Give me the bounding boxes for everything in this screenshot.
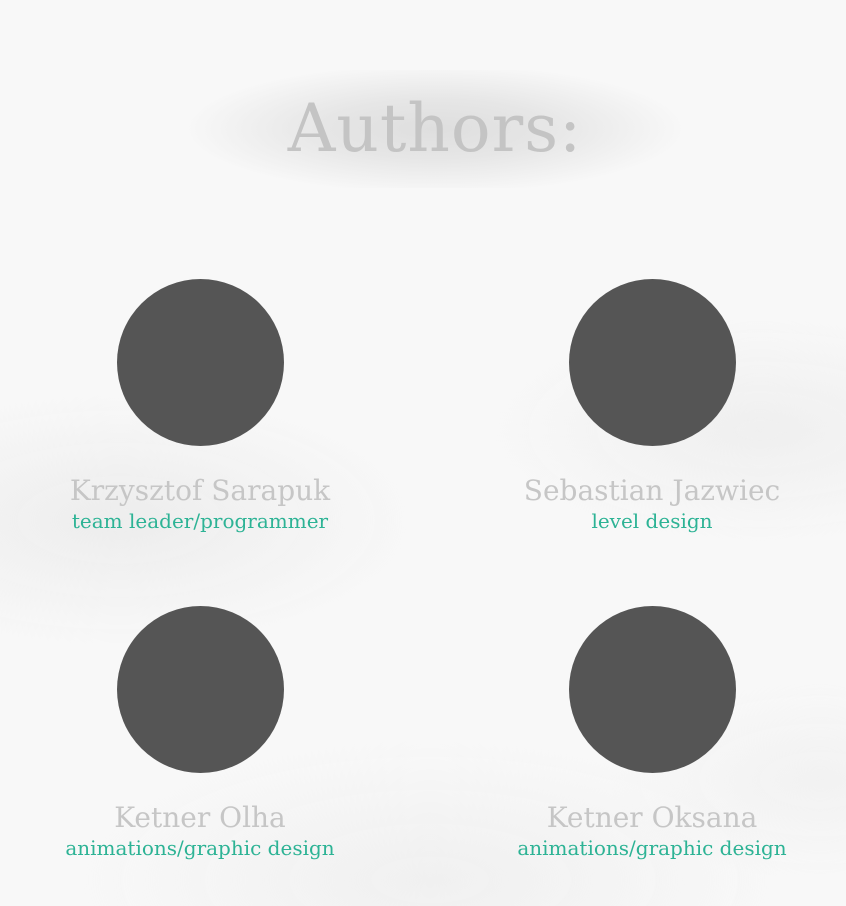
author-role: animations/graphic design: [517, 836, 787, 860]
author-name: Krzysztof Sarapuk: [69, 474, 331, 507]
avatar: [116, 606, 284, 773]
author-name: Ketner Olha: [114, 801, 286, 834]
author-card: Sebastian Jazwiec level design: [452, 279, 846, 534]
avatar: [568, 606, 736, 773]
author-name: Sebastian Jazwiec: [523, 474, 781, 507]
author-role: level design: [591, 509, 713, 533]
page-title: Authors:: [287, 90, 583, 167]
author-role: team leader/programmer: [71, 509, 329, 533]
author-card: Krzysztof Sarapuk team leader/programmer: [0, 279, 400, 534]
title-banner: Authors:: [185, 70, 685, 188]
author-card: Ketner Oksana animations/graphic design: [452, 606, 846, 861]
avatar: [568, 279, 736, 446]
author-name: Ketner Oksana: [546, 801, 758, 834]
author-card: Ketner Olha animations/graphic design: [0, 606, 400, 861]
author-role: animations/graphic design: [65, 836, 335, 860]
avatar: [116, 279, 284, 446]
